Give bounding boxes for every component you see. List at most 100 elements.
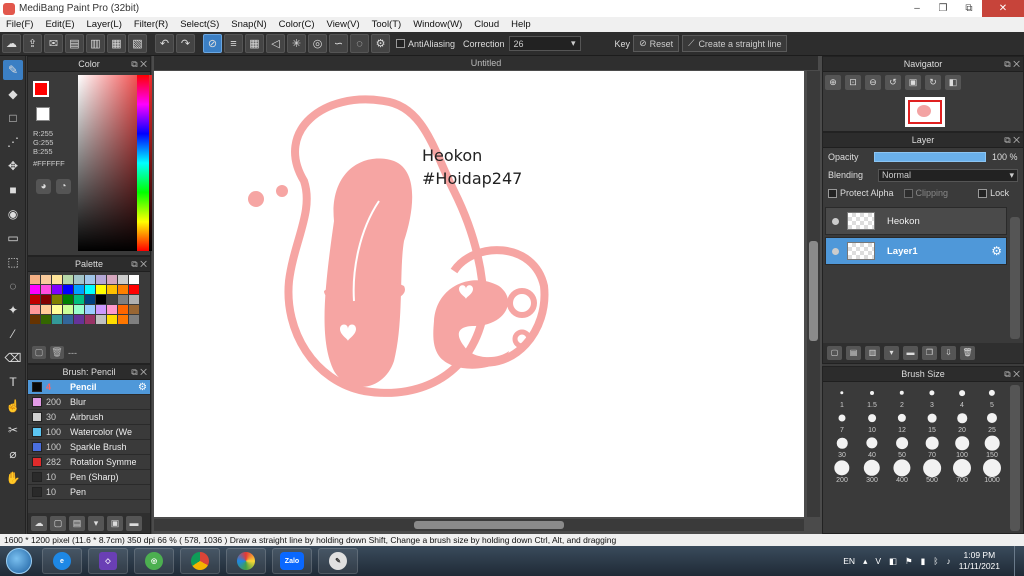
palette-swatch[interactable] [118,275,128,284]
palette-swatch[interactable] [30,285,40,294]
brush-size-option[interactable]: 100 [947,434,977,459]
brush-size-option[interactable]: 150 [977,434,1007,459]
palette-swatch[interactable] [52,305,62,314]
tray-flag-icon[interactable]: ⚑ [905,556,913,567]
tray-v-icon[interactable]: V [875,556,881,566]
duplicate-layer-icon[interactable]: ❐ [922,346,937,360]
palette-swatch[interactable] [96,305,106,314]
menu-tool[interactable]: Tool(T) [366,19,408,30]
drawing-canvas[interactable]: Heokon #Hoidap247 [154,71,804,517]
palette-swatch[interactable] [63,315,73,324]
panel-window-icons[interactable]: ⧉ ✕ [1004,367,1020,382]
reset-button[interactable]: ⊘ Reset [633,35,680,52]
brush-size-option[interactable]: 70 [917,434,947,459]
menu-help[interactable]: Help [505,19,537,30]
brush-size-option[interactable]: 12 [887,409,917,434]
brush-item-pen[interactable]: 10 Pen [28,485,150,500]
shape-tool-icon[interactable]: □ [3,108,23,128]
brush-size-option[interactable]: 15 [917,409,947,434]
text-doc-icon[interactable]: ▧ [128,34,147,53]
brush-size-option[interactable]: 7 [827,409,857,434]
brush-size-option[interactable]: 1000 [977,459,1007,484]
palette-swatch[interactable] [129,285,139,294]
color-wheel-icon[interactable]: ◕ [36,179,51,194]
brush-size-option[interactable]: 20 [947,409,977,434]
lasso-tool-icon[interactable]: ◌ [3,276,23,296]
palette-swatch[interactable] [74,315,84,324]
actual-size-icon[interactable]: ▣ [905,75,921,90]
taskbar-app-green[interactable]: ◎ [134,548,174,574]
vertical-scroll-thumb[interactable] [809,241,818,341]
brush-item-pen-sharp[interactable]: 10 Pen (Sharp) [28,470,150,485]
menu-edit[interactable]: Edit(E) [39,19,80,30]
brush-size-option[interactable]: 3 [917,384,947,409]
palette-swatch[interactable] [63,305,73,314]
tray-chevron-icon[interactable]: ▴ [863,556,867,567]
brush-size-scrollbar[interactable] [1010,385,1020,531]
delete-palette-icon[interactable]: 🗑 [50,346,64,359]
taskbar-visual-studio[interactable]: ◇ [88,548,128,574]
palette-swatch[interactable] [96,285,106,294]
snap-vanish-icon[interactable]: ◁ [266,34,285,53]
panel-window-icons[interactable]: ⧉ ✕ [1004,57,1020,72]
opacity-slider[interactable] [874,152,986,162]
palette-swatch[interactable] [129,295,139,304]
palette-swatch[interactable] [74,295,84,304]
palette-swatch[interactable] [85,295,95,304]
network-icon[interactable]: ▮ [921,556,926,567]
volume-icon[interactable]: ♪ [946,556,950,566]
snap-ellipse-icon[interactable]: ◌ [350,34,369,53]
palette-swatch[interactable] [41,305,51,314]
language-indicator[interactable]: EN [843,556,855,566]
snap-grid-icon[interactable]: ▦ [245,34,264,53]
antialiasing-toggle[interactable]: AntiAliasing [396,39,455,49]
delete-layer-icon[interactable]: 🗑 [960,346,975,360]
panel-window-icons[interactable]: ⧉ ✕ [131,257,147,272]
brush-size-option[interactable]: 400 [887,459,917,484]
dot-tool-icon[interactable]: ⋰ [3,132,23,152]
show-desktop-button[interactable] [1014,546,1024,576]
horizontal-scroll-thumb[interactable] [414,521,564,529]
palette-swatch[interactable] [52,275,62,284]
palette-swatch[interactable] [118,295,128,304]
maximize-button[interactable]: ⧉ [956,0,982,17]
bluetooth-icon[interactable]: ᛒ [933,556,938,566]
foreground-color-swatch[interactable] [33,81,49,97]
antialiasing-checkbox[interactable] [396,39,405,48]
layer-item-layer1[interactable]: Layer1 ⚙ [825,237,1007,265]
text-tool-icon[interactable]: T [3,372,23,392]
restore-button[interactable]: ❐ [930,0,956,17]
blending-select[interactable]: Normal ▾ [878,168,1018,182]
brush-size-option[interactable]: 50 [887,434,917,459]
palette-swatch[interactable] [118,285,128,294]
select-pen-tool-icon[interactable]: ⁄ [3,324,23,344]
correction-select[interactable]: 26 ▾ [508,36,581,51]
brush-size-option[interactable]: 10 [857,409,887,434]
taskbar-zalo[interactable]: Zalo [272,548,312,574]
palette-swatch[interactable] [30,315,40,324]
palette-swatch[interactable] [30,305,40,314]
select-eraser-tool-icon[interactable]: ⌫ [3,348,23,368]
straight-line-button[interactable]: ⟋ Create a straight line [682,35,788,52]
color-settings-icon[interactable]: ◔ [56,179,71,194]
add-brush-cloud-icon[interactable]: ☁ [31,515,47,531]
minimize-button[interactable]: – [904,0,930,17]
brush-size-option[interactable]: 700 [947,459,977,484]
fit-icon[interactable]: ⊡ [845,75,861,90]
palette-swatch[interactable] [96,315,106,324]
new-halftone-layer-icon[interactable]: ▤ [846,346,861,360]
menu-layer[interactable]: Layer(L) [81,19,128,30]
grid-doc-icon[interactable]: ▦ [107,34,126,53]
tray-app-icon[interactable]: ◧ [889,556,897,567]
menu-filter[interactable]: Filter(R) [128,19,174,30]
new-palette-icon[interactable]: ▢ [32,346,46,359]
layer-folder-icon[interactable]: ▬ [903,346,918,360]
menu-color[interactable]: Color(C) [273,19,321,30]
palette-swatch[interactable] [63,275,73,284]
palette-swatch[interactable] [41,295,51,304]
document-tab[interactable]: Untitled [154,56,818,70]
brush-menu-icon[interactable]: ▾ [88,515,104,531]
operation-tool-icon[interactable]: ☝ [3,396,23,416]
brush-item-airbrush[interactable]: 30 Airbrush [28,410,150,425]
close-button[interactable]: ✕ [982,0,1024,17]
